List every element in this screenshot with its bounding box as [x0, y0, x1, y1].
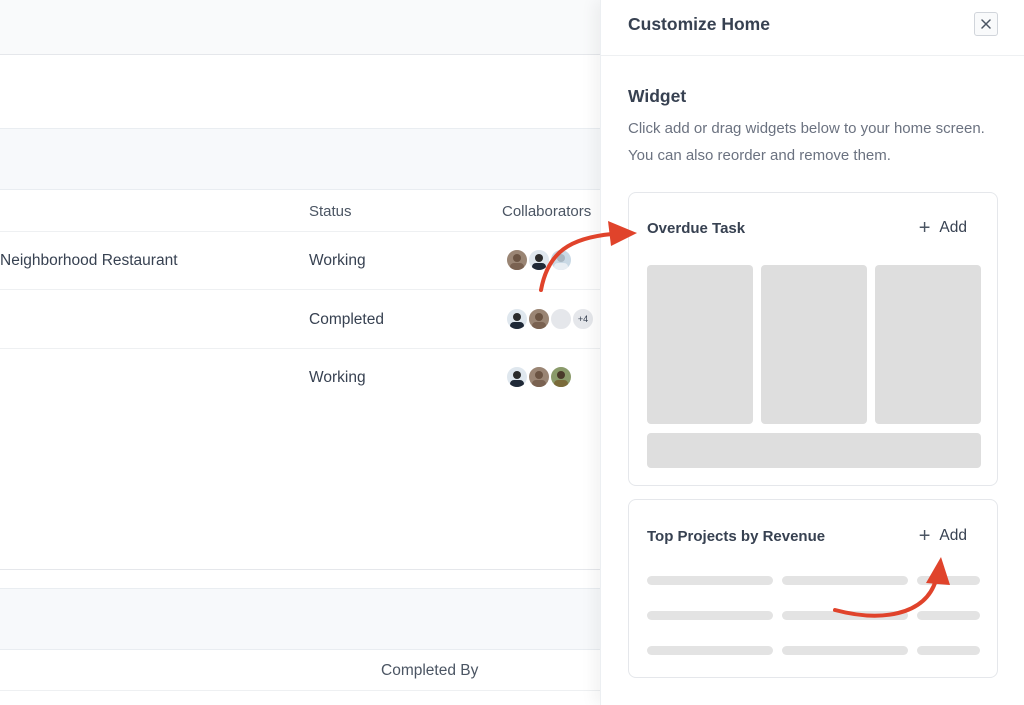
- column-header-completed-by: Completed By: [381, 662, 479, 679]
- avatar[interactable]: [505, 307, 529, 331]
- avatar[interactable]: [549, 365, 573, 389]
- add-widget-button[interactable]: + Add: [918, 525, 967, 547]
- plus-icon: +: [918, 525, 931, 547]
- panel-title: Customize Home: [628, 14, 770, 34]
- avatar[interactable]: [527, 248, 551, 272]
- customize-home-panel: Customize Home Widget Click add or drag …: [600, 0, 1024, 705]
- widget-preview-line: [917, 646, 980, 655]
- widget-title: Overdue Task: [647, 220, 746, 237]
- status-text: Working: [309, 369, 366, 386]
- avatar[interactable]: [549, 248, 573, 272]
- widget-card-overdue-task[interactable]: Overdue Task + Add: [628, 192, 998, 486]
- status-text: Working: [309, 252, 366, 269]
- panel-header-divider: [601, 55, 1024, 56]
- collaborator-avatars[interactable]: [505, 248, 573, 274]
- widget-preview-placeholder: [875, 265, 981, 424]
- avatar[interactable]: [505, 365, 529, 389]
- avatar-placeholder[interactable]: [549, 307, 573, 331]
- widget-preview-line: [647, 646, 773, 655]
- widget-preview-placeholder: [761, 265, 867, 424]
- row-divider: [0, 231, 600, 232]
- row-divider: [0, 348, 600, 349]
- widget-preview-line: [917, 576, 980, 585]
- widget-card-top-projects-by-revenue[interactable]: Top Projects by Revenue + Add: [628, 499, 998, 678]
- widget-preview-line: [647, 576, 773, 585]
- widget-preview-line: [647, 611, 773, 620]
- background-page: Status Collaborators Neighborhood Restau…: [0, 0, 600, 705]
- plus-icon: +: [918, 217, 931, 239]
- widget-preview-placeholder: [647, 265, 753, 424]
- section-divider: [0, 569, 600, 570]
- table-section-header: [0, 128, 600, 190]
- top-bar: [0, 0, 600, 55]
- add-widget-button[interactable]: + Add: [918, 217, 967, 239]
- widget-preview-line: [782, 611, 908, 620]
- collaborator-avatars[interactable]: +4: [505, 307, 595, 333]
- row-divider: [0, 690, 600, 691]
- column-header-collaborators: Collaborators: [502, 203, 592, 220]
- avatar[interactable]: [527, 365, 551, 389]
- widget-preview-line: [917, 611, 980, 620]
- close-icon: [981, 19, 991, 29]
- widget-title: Top Projects by Revenue: [647, 528, 826, 545]
- widget-section-title: Widget: [628, 86, 687, 106]
- avatar[interactable]: [505, 248, 529, 272]
- widget-preview-line: [782, 646, 908, 655]
- add-label: Add: [939, 219, 967, 236]
- avatar[interactable]: [527, 307, 551, 331]
- more-collaborators-badge[interactable]: +4: [571, 307, 595, 331]
- status-text: Completed: [309, 311, 384, 328]
- project-name[interactable]: Neighborhood Restaurant: [0, 252, 178, 270]
- column-header-status: Status: [309, 203, 352, 220]
- table-section-header: [0, 588, 600, 650]
- widget-section-description: Click add or drag widgets below to your …: [628, 120, 985, 164]
- widget-preview-line: [782, 576, 908, 585]
- row-divider: [0, 289, 600, 290]
- close-button[interactable]: [974, 12, 998, 36]
- collaborator-avatars[interactable]: [505, 365, 573, 391]
- widget-preview-placeholder: [647, 433, 981, 468]
- add-label: Add: [939, 527, 967, 544]
